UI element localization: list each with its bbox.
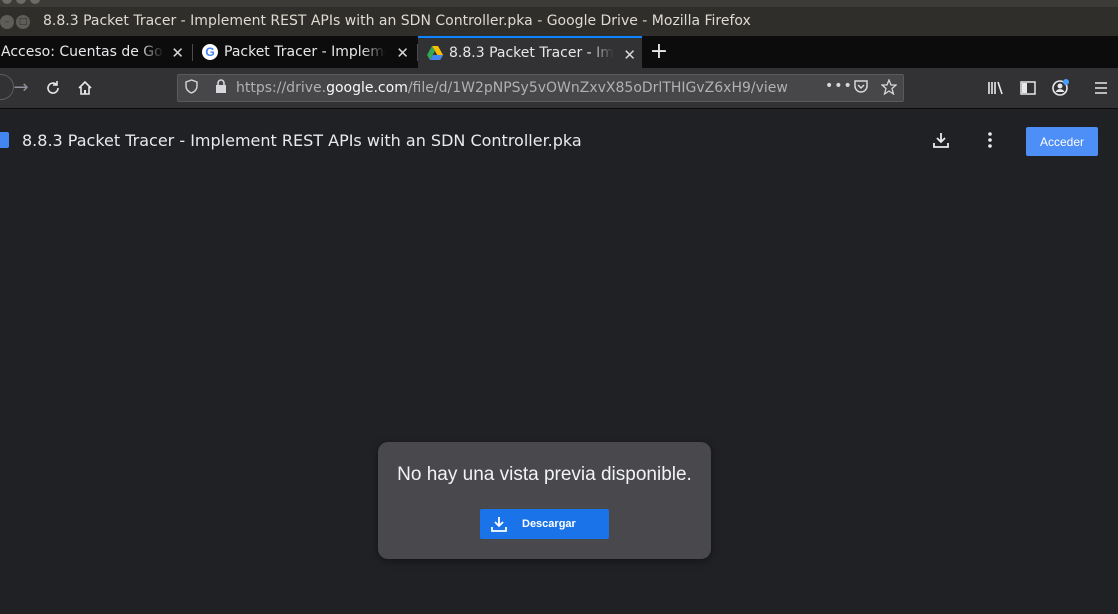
home-icon[interactable] <box>74 77 96 99</box>
tab-google-search[interactable]: G Packet Tracer - Implement REST APIs ✕ <box>193 36 415 68</box>
tab-label: Packet Tracer - Implement REST APIs <box>224 44 386 60</box>
url-text[interactable]: https://drive.google.com/file/d/1W2pNPSy… <box>236 80 788 96</box>
no-preview-card: No hay una vista previa disponible. Desc… <box>378 442 711 559</box>
google-logo-icon: G <box>202 44 218 60</box>
library-icon[interactable] <box>985 77 1007 99</box>
forward-arrow-icon[interactable]: → <box>10 77 32 99</box>
file-name: 8.8.3 Packet Tracer - Implement REST API… <box>22 131 582 150</box>
download-button-label: Descargar <box>522 518 576 530</box>
tab-strip: Acceso: Cuentas de Google ✕ G Packet Tra… <box>0 36 1118 68</box>
tab-label: Acceso: Cuentas de Google <box>1 44 164 60</box>
close-tab-icon[interactable]: ✕ <box>396 44 409 62</box>
url-bar[interactable]: https://drive.google.com/file/d/1W2pNPSy… <box>177 74 904 102</box>
google-drive-icon <box>427 46 443 60</box>
sign-in-button[interactable]: Acceder <box>1026 127 1098 156</box>
file-type-icon <box>0 132 9 148</box>
download-icon <box>491 517 507 532</box>
no-preview-message: No hay una vista previa disponible. <box>397 464 692 485</box>
window-title: 8.8.3 Packet Tracer - Implement REST API… <box>43 13 751 29</box>
close-tab-icon[interactable]: ✕ <box>623 46 636 64</box>
menu-icon[interactable] <box>1090 77 1112 99</box>
maximize-window-button[interactable]: □ <box>16 15 30 29</box>
more-options-icon[interactable] <box>980 130 1002 152</box>
lock-icon[interactable] <box>215 79 227 98</box>
download-button[interactable]: Descargar <box>480 509 609 539</box>
minimize-window-button[interactable]: – <box>0 15 14 29</box>
sidebar-icon[interactable] <box>1017 77 1039 99</box>
tab-label: 8.8.3 Packet Tracer - Implement REST API… <box>449 45 614 61</box>
tab-google-drive-active[interactable]: 8.8.3 Packet Tracer - Implement REST API… <box>418 36 642 68</box>
new-tab-plus-icon[interactable]: + <box>648 39 670 64</box>
bookmark-star-icon[interactable] <box>880 78 898 99</box>
pocket-icon[interactable] <box>853 79 869 98</box>
tab-google-accounts[interactable]: Acceso: Cuentas de Google ✕ <box>0 36 190 68</box>
account-icon[interactable] <box>1049 77 1071 99</box>
window-titlebar: – □ 8.8.3 Packet Tracer - Implement REST… <box>0 7 1118 36</box>
navigation-toolbar: → https://drive.google.com/file/d/1W2pNP… <box>0 68 1118 109</box>
tracking-shield-icon[interactable] <box>185 79 198 98</box>
reload-icon[interactable] <box>42 77 64 99</box>
download-icon[interactable] <box>931 130 953 152</box>
close-tab-icon[interactable]: ✕ <box>171 44 184 62</box>
page-actions-icon[interactable]: ••• <box>825 78 853 94</box>
